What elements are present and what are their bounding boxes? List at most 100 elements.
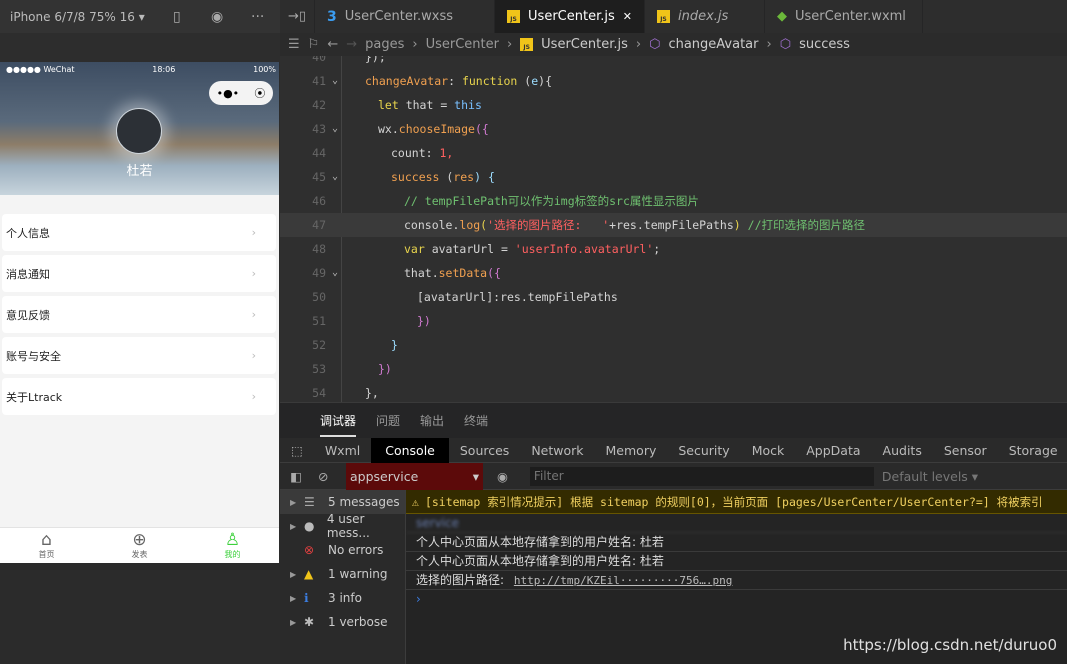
- filter-input[interactable]: [529, 466, 874, 486]
- code-line[interactable]: 42 let that = this: [280, 93, 1067, 117]
- code-line[interactable]: 49 ⌄ that.setData({: [280, 261, 1067, 285]
- sidebar-toggle-icon[interactable]: ◧: [290, 469, 302, 484]
- avatar[interactable]: [116, 108, 162, 154]
- panel-tab[interactable]: 调试器: [320, 404, 357, 437]
- editor-tab[interactable]: ◆ UserCenter.wxml: [764, 0, 923, 33]
- devtools-tab-mock[interactable]: Mock: [741, 438, 796, 463]
- editor-tab[interactable]: 3 UserCenter.wxss: [315, 0, 496, 33]
- devtools-tab-security[interactable]: Security: [667, 438, 740, 463]
- code-text: wx.chooseImage({: [378, 117, 489, 141]
- fold-chevron-icon[interactable]: ⌄: [332, 165, 338, 189]
- eye-icon[interactable]: ◉: [497, 469, 508, 484]
- inspect-icon[interactable]: ⬚: [280, 438, 314, 463]
- breadcrumb-item[interactable]: UserCenter.js: [541, 37, 628, 52]
- fold-chevron-icon[interactable]: ⌄: [332, 117, 338, 141]
- clear-icon[interactable]: ⊘: [318, 469, 328, 484]
- panel-tab[interactable]: 问题: [376, 412, 400, 429]
- console-filter-item[interactable]: ▶ ℹ 3 info: [280, 586, 405, 610]
- code-line[interactable]: 53}): [280, 357, 1067, 381]
- code-text: [avatarUrl]:res.tempFilePaths: [417, 285, 618, 309]
- menu-item[interactable]: 关于Ltrack ›: [2, 378, 276, 415]
- code-line[interactable]: 45 ⌄ success (res) {: [280, 165, 1067, 189]
- close-target-icon[interactable]: ⦿: [254, 85, 265, 101]
- code-line[interactable]: 44 count: 1,: [280, 141, 1067, 165]
- levels-select[interactable]: Default levels ▾: [882, 469, 978, 484]
- tab-label: 首页: [38, 550, 55, 559]
- devtools-tab-storage[interactable]: Storage: [998, 438, 1067, 463]
- devtools-tab-sensor[interactable]: Sensor: [933, 438, 998, 463]
- code-token: console.: [404, 218, 460, 232]
- console-filter-item[interactable]: ▶ ● 4 user mess...: [280, 512, 405, 540]
- blurred-row: service: [406, 514, 1067, 533]
- back-icon[interactable]: ←: [327, 37, 338, 52]
- console-filter-item[interactable]: ⊗ No errors: [280, 538, 405, 562]
- stop-icon[interactable]: ◉: [211, 9, 223, 25]
- log-link[interactable]: http://tmp/KZEil·········756….png: [514, 574, 733, 587]
- tab-2[interactable]: ♙ 我的: [186, 528, 279, 563]
- code-line[interactable]: 40});: [280, 56, 1067, 69]
- breadcrumb-item[interactable]: success: [799, 37, 850, 52]
- more-icon[interactable]: ···: [251, 9, 264, 25]
- error-icon: ⊗: [304, 543, 315, 557]
- breadcrumb-item[interactable]: pages: [365, 37, 404, 52]
- chevron-right-icon: ›: [251, 308, 256, 321]
- panel-tab[interactable]: 输出: [420, 412, 444, 429]
- editor-tab[interactable]: JS UserCenter.js ✕: [495, 0, 645, 33]
- code-token: let: [378, 98, 399, 112]
- close-icon[interactable]: ✕: [623, 10, 632, 23]
- context-select[interactable]: appservice ▾: [346, 462, 483, 490]
- device-select[interactable]: iPhone 6/7/8 75% 16 ▾: [10, 10, 145, 24]
- tab-1[interactable]: ⊕ 发表: [93, 528, 186, 563]
- console-filter-item[interactable]: ▶ ☰ 5 messages: [280, 490, 405, 514]
- devtools-tab-audits[interactable]: Audits: [872, 438, 933, 463]
- breadcrumb: ☰ ⚐ ← → pages › UserCenter › JS UserCenter.js…: [280, 33, 1067, 56]
- panel-tabs: 调试器 问题 输出 终端: [280, 402, 1067, 438]
- code-line[interactable]: 41 ⌄ changeAvatar: function (e){: [280, 69, 1067, 93]
- code-line[interactable]: 52}: [280, 333, 1067, 357]
- code-line[interactable]: 47 console.log('选择的图片路径: '+res.tempFilePa…: [280, 213, 1067, 237]
- expand-arrow-icon: ▶: [290, 569, 297, 579]
- code-text: let that = this: [378, 93, 482, 117]
- console-filter-item[interactable]: ▶ ▲ 1 warning: [280, 562, 405, 586]
- line-number: 44: [312, 146, 326, 160]
- devtools-tab-network[interactable]: Network: [520, 438, 594, 463]
- code-editor[interactable]: 40}); 41 ⌄ changeAvatar: function (e){42 let…: [280, 56, 1067, 402]
- tab-0[interactable]: ⌂ 首页: [0, 528, 93, 563]
- devtools-tab-memory[interactable]: Memory: [595, 438, 668, 463]
- code-line[interactable]: 46 // tempFilePath可以作为img标签的src属性显示图片: [280, 189, 1067, 213]
- phone-icon[interactable]: ▯: [173, 9, 181, 25]
- devtools-tab-appdata[interactable]: AppData: [795, 438, 871, 463]
- outline-icon[interactable]: ☰: [288, 37, 300, 52]
- devtools-tab-sources[interactable]: Sources: [449, 438, 520, 463]
- console-filter-item[interactable]: ▶ ✱ 1 verbose: [280, 610, 405, 634]
- console-prompt[interactable]: ›: [406, 590, 1067, 609]
- menu-item[interactable]: 意见反馈 ›: [2, 296, 276, 333]
- fold-chevron-icon[interactable]: ⌄: [332, 261, 338, 285]
- menu-item[interactable]: 账号与安全 ›: [2, 337, 276, 374]
- breadcrumb-item[interactable]: UserCenter: [426, 37, 499, 52]
- fold-chevron-icon[interactable]: ⌄: [332, 69, 338, 93]
- devtools-tab-wxml[interactable]: Wxml: [314, 438, 371, 463]
- editor-tab[interactable]: JS index.js: [644, 0, 765, 33]
- menu-item[interactable]: 消息通知 ›: [2, 255, 276, 292]
- menu-label: 个人信息: [6, 226, 50, 240]
- forward-icon[interactable]: →: [346, 37, 357, 52]
- panel-tab[interactable]: 终端: [464, 412, 488, 429]
- code-line[interactable]: 51}): [280, 309, 1067, 333]
- code-line[interactable]: 43 ⌄ wx.chooseImage({: [280, 117, 1067, 141]
- bookmark-icon[interactable]: ⚐: [308, 37, 320, 52]
- menu-dots-icon[interactable]: •●•: [217, 87, 240, 100]
- split-icon[interactable]: →▯: [280, 0, 316, 33]
- code-text: success (res) {: [391, 165, 495, 189]
- bug-icon: ✱: [304, 615, 315, 629]
- code-line[interactable]: 48 var avatarUrl = 'userInfo.avatarUrl';: [280, 237, 1067, 261]
- code-token: ){: [538, 74, 552, 88]
- breadcrumb-item[interactable]: changeAvatar: [668, 37, 758, 52]
- code-line[interactable]: 50 [avatarUrl]:res.tempFilePaths: [280, 285, 1067, 309]
- devtools-tab-console[interactable]: Console: [371, 437, 449, 463]
- capsule-button[interactable]: •●• ⦿: [209, 81, 273, 105]
- code-token: that.: [404, 266, 439, 280]
- symbol-icon: ⬡: [649, 37, 661, 52]
- code-line[interactable]: 54},: [280, 381, 1067, 402]
- menu-item[interactable]: 个人信息 ›: [2, 214, 276, 251]
